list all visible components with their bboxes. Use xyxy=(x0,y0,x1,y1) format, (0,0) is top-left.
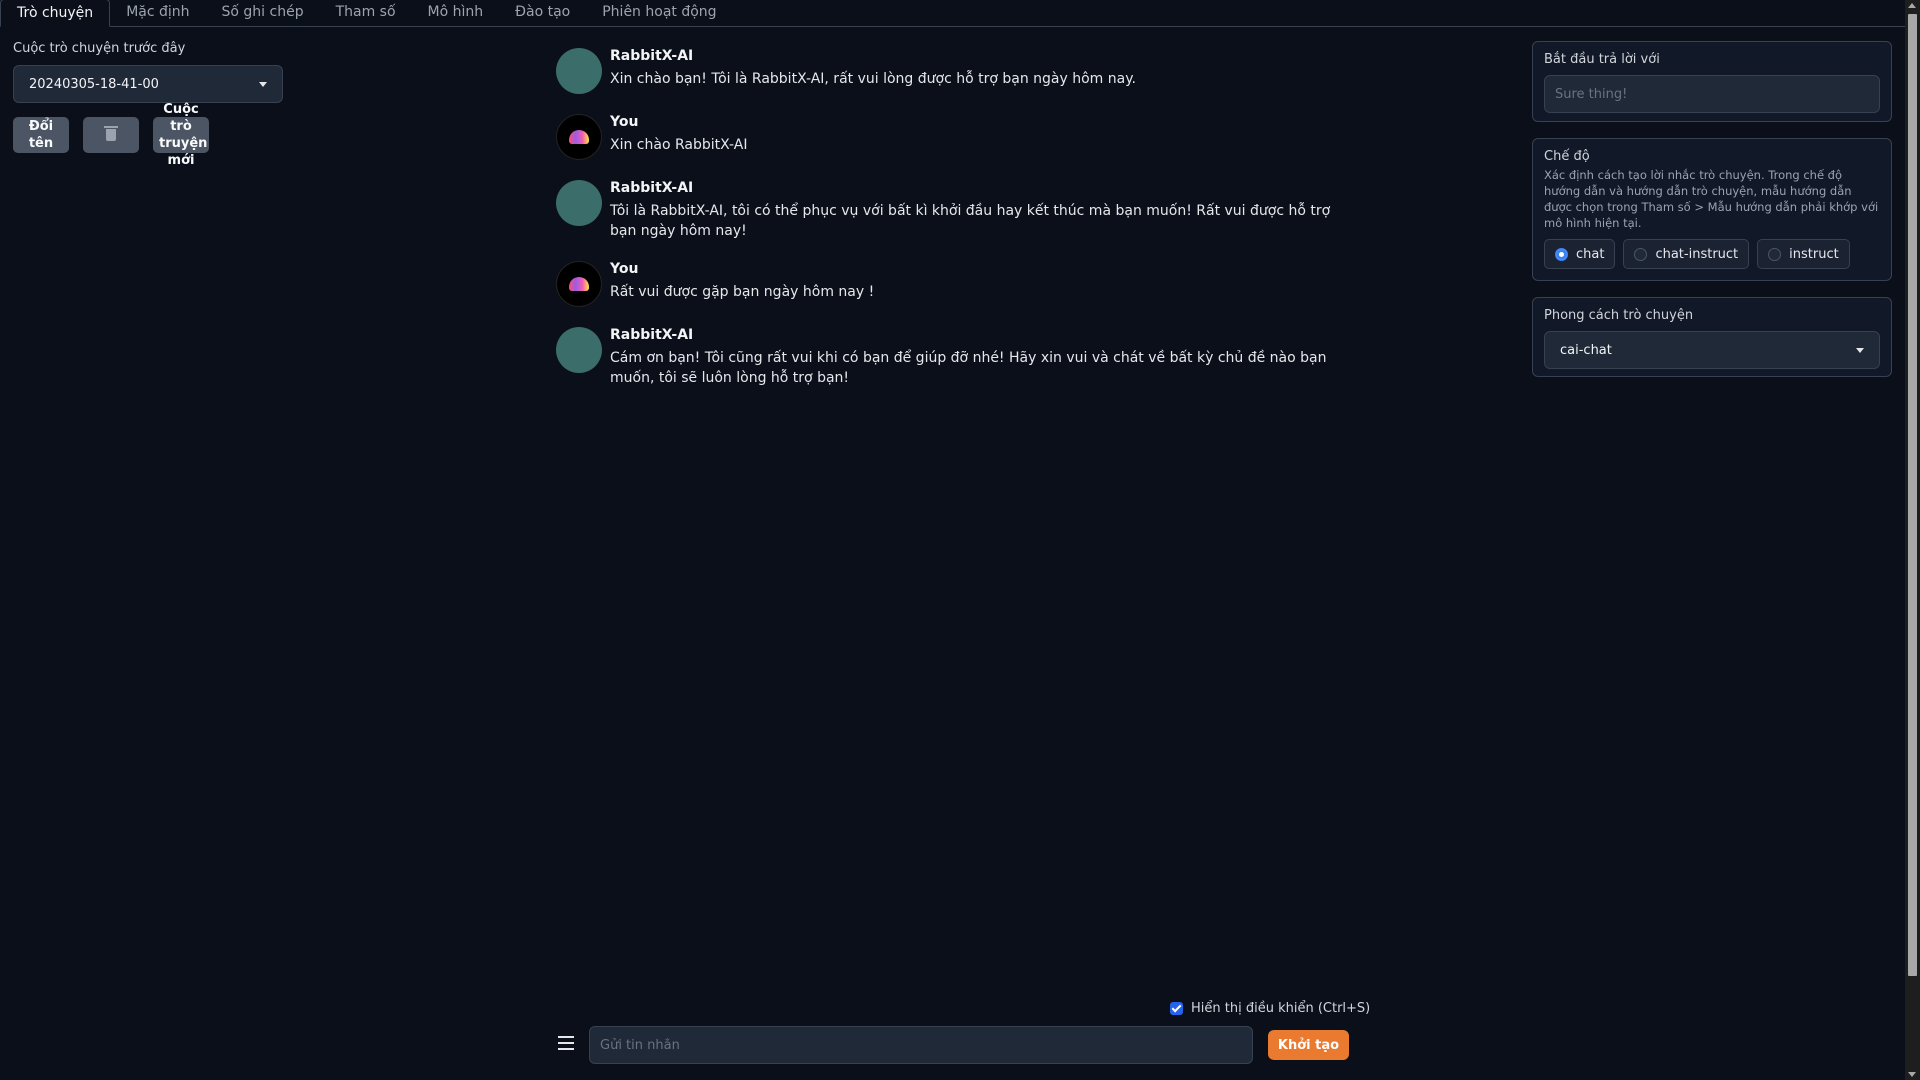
message-author: RabbitX-AI xyxy=(610,180,694,196)
chat-style-label: Phong cách trò chuyện xyxy=(1544,308,1694,323)
radio-icon[interactable] xyxy=(1768,247,1782,261)
tab-training[interactable]: Đào tạo xyxy=(499,0,586,26)
rabbit-logo-icon xyxy=(569,277,589,291)
past-chats-selected: 20240305-18-41-00 xyxy=(29,76,159,92)
mode-option-chat-instruct[interactable]: chat-instruct xyxy=(1623,239,1750,269)
chevron-down-icon xyxy=(259,81,267,87)
show-controls-checkbox[interactable] xyxy=(1170,1002,1183,1015)
mode-panel: Chế độ Xác định cách tạo lời nhắc trò ch… xyxy=(1532,138,1892,281)
rabbit-logo-icon xyxy=(569,130,589,144)
tab-session[interactable]: Phiên hoạt động xyxy=(586,0,732,26)
menu-icon[interactable] xyxy=(558,1036,574,1050)
chat-message: You Rất vui được gặp bạn ngày hôm nay ! xyxy=(556,261,1336,307)
message-text: Rất vui được gặp bạn ngày hôm nay ! xyxy=(610,284,875,300)
show-controls-toggle[interactable]: Hiển thị điều khiển (Ctrl+S) xyxy=(1170,1001,1370,1016)
tab-model[interactable]: Mô hình xyxy=(412,0,500,26)
start-reply-label: Bắt đầu trả lời với xyxy=(1544,52,1660,67)
scroll-up-icon[interactable] xyxy=(1908,3,1916,8)
start-reply-panel: Bắt đầu trả lời với xyxy=(1532,41,1892,122)
message-author: RabbitX-AI xyxy=(610,327,694,343)
mode-description: Xác định cách tạo lời nhắc trò chuyện. T… xyxy=(1544,168,1879,230)
user-avatar xyxy=(556,114,602,160)
chat-message: You Xin chào RabbitX-AI xyxy=(556,114,1336,160)
tab-parameters[interactable]: Tham số xyxy=(320,0,412,26)
new-chat-button[interactable]: Cuộc trò truyện mới xyxy=(153,102,209,168)
mode-option-label: chat xyxy=(1576,246,1605,262)
tab-default[interactable]: Mặc định xyxy=(110,0,205,26)
trash-icon xyxy=(104,126,118,141)
generate-button[interactable]: Khởi tạo xyxy=(1268,1030,1349,1060)
bot-avatar xyxy=(556,48,602,94)
start-reply-input[interactable] xyxy=(1544,75,1880,113)
delete-button[interactable] xyxy=(83,117,139,153)
tab-chat[interactable]: Trò chuyện xyxy=(0,0,111,27)
mode-option-instruct[interactable]: instruct xyxy=(1757,239,1850,269)
message-author: RabbitX-AI xyxy=(610,48,694,64)
bot-avatar xyxy=(556,327,602,373)
past-chats-dropdown[interactable]: 20240305-18-41-00 xyxy=(13,65,283,103)
chat-message: RabbitX-AI Tôi là RabbitX-AI, tôi có thể… xyxy=(556,180,1336,241)
mode-option-chat[interactable]: chat xyxy=(1544,239,1616,269)
show-controls-label: Hiển thị điều khiển (Ctrl+S) xyxy=(1191,1001,1371,1016)
chat-history: RabbitX-AI Xin chào bạn! Tôi là RabbitX-… xyxy=(556,48,1336,408)
message-input[interactable] xyxy=(589,1026,1253,1064)
mode-option-label: chat-instruct xyxy=(1655,246,1739,262)
radio-selected-icon[interactable] xyxy=(1555,247,1568,261)
radio-icon[interactable] xyxy=(1634,247,1648,261)
tab-bar: Trò chuyện Mặc định Số ghi chép Tham số … xyxy=(0,0,1905,27)
chevron-down-icon xyxy=(1856,347,1864,353)
chat-style-selected: cai-chat xyxy=(1560,342,1612,358)
chat-style-panel: Phong cách trò chuyện cai-chat xyxy=(1532,297,1892,377)
mode-option-label: instruct xyxy=(1789,246,1839,262)
mode-label: Chế độ xyxy=(1544,149,1590,164)
message-text: Xin chào bạn! Tôi là RabbitX-AI, rất vui… xyxy=(610,71,1136,87)
message-author: You xyxy=(610,114,639,130)
new-chat-label: Cuộc trò truyện mới xyxy=(159,102,208,168)
scroll-thumb[interactable] xyxy=(1908,14,1917,976)
message-author: You xyxy=(610,261,639,277)
message-text: Xin chào RabbitX-AI xyxy=(610,137,748,153)
past-chats-label: Cuộc trò chuyện trước đây xyxy=(13,41,186,56)
message-text: Cám ơn bạn! Tôi cũng rất vui khi có bạn … xyxy=(610,350,1327,386)
rename-button[interactable]: Đổi tên xyxy=(13,117,69,153)
chat-message: RabbitX-AI Xin chào bạn! Tôi là RabbitX-… xyxy=(556,48,1336,94)
mode-radio-group: chat chat-instruct instruct xyxy=(1544,239,1880,269)
rename-label: Đổi tên xyxy=(28,119,54,151)
page-scrollbar[interactable] xyxy=(1905,0,1920,1080)
user-avatar xyxy=(556,261,602,307)
bot-avatar xyxy=(556,180,602,226)
tab-notebook[interactable]: Số ghi chép xyxy=(206,0,320,26)
chat-message: RabbitX-AI Cám ơn bạn! Tôi cũng rất vui … xyxy=(556,327,1336,388)
scroll-down-icon[interactable] xyxy=(1908,1072,1916,1077)
message-text: Tôi là RabbitX-AI, tôi có thể phục vụ vớ… xyxy=(610,203,1331,239)
chat-style-dropdown[interactable]: cai-chat xyxy=(1544,331,1880,369)
